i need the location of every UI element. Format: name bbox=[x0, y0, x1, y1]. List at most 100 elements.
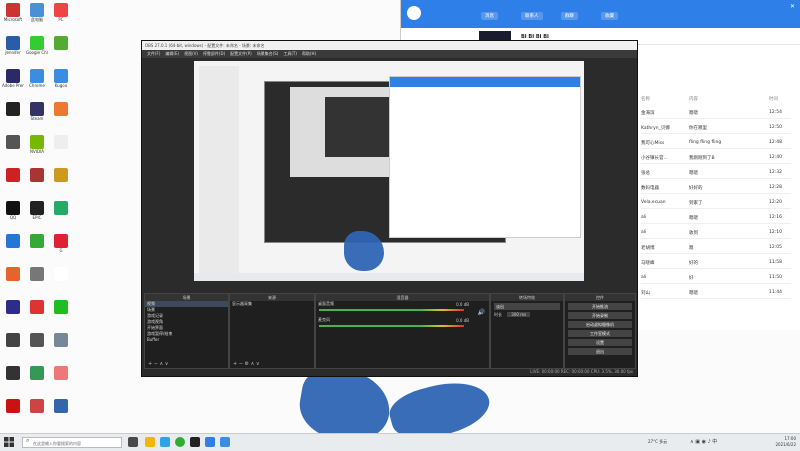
avatar[interactable] bbox=[407, 6, 421, 20]
control-button[interactable]: 退出 bbox=[568, 348, 632, 355]
scene-item[interactable]: Buffer bbox=[145, 337, 228, 343]
desktop-icon[interactable]: Steam bbox=[26, 102, 48, 132]
desktop-icon[interactable] bbox=[2, 399, 24, 429]
desktop-icon[interactable]: Adobe Premi... bbox=[2, 69, 24, 99]
tab-messages[interactable]: 消息 bbox=[481, 12, 498, 20]
obs-preview[interactable] bbox=[194, 61, 584, 281]
windows-start-icon[interactable] bbox=[4, 437, 14, 447]
control-button[interactable]: 工作室模式 bbox=[568, 330, 632, 337]
obs-menu-item[interactable]: 场景集合(S) bbox=[257, 51, 279, 56]
tray-icons[interactable]: ∧ ▣ ◉ ♪ 中 bbox=[690, 438, 717, 445]
duration-input[interactable]: 300 ms bbox=[507, 312, 531, 317]
obs-menu-item[interactable]: 停靠部件(D) bbox=[203, 51, 225, 56]
desktop-icon[interactable]: Chrome bbox=[26, 69, 48, 99]
tab-contacts[interactable]: 联系人 bbox=[521, 12, 543, 20]
chat-list-item[interactable]: 我可心Miss fling fling fling 12:48 bbox=[641, 138, 791, 149]
desktop-icon[interactable] bbox=[2, 135, 24, 165]
desktop-icon[interactable]: PC bbox=[50, 3, 72, 33]
sources-dock[interactable]: 来源 显示器采集 + − ⚙ ∧ ∨ bbox=[229, 293, 315, 369]
desktop-icon[interactable] bbox=[50, 102, 72, 132]
add-source-button[interactable]: + − ⚙ ∧ ∨ bbox=[233, 361, 260, 367]
task-view-icon[interactable] bbox=[128, 437, 138, 447]
mixer-dock[interactable]: 混音器 桌面音频 0.0 dB 麦克风 0.0 dB 🔊 bbox=[315, 293, 490, 369]
transition-select[interactable]: 淡出 bbox=[494, 303, 560, 310]
desktop-icon[interactable] bbox=[2, 300, 24, 330]
desktop-icon[interactable] bbox=[50, 135, 72, 165]
obs-taskbar-icon[interactable] bbox=[190, 437, 200, 447]
chat-list-item[interactable]: ali 收到 12:10 bbox=[641, 228, 791, 239]
desktop-icon[interactable] bbox=[2, 267, 24, 297]
desktop-icon[interactable]: Google Chrome bbox=[26, 36, 48, 66]
obs-menu-item[interactable]: 工具(T) bbox=[283, 51, 297, 56]
obs-menu-item[interactable]: 视图(V) bbox=[184, 51, 198, 56]
desktop-icon-label: NVIDIA bbox=[30, 149, 44, 154]
chat-list-item[interactable]: 马晓峰 好的 11:58 bbox=[641, 258, 791, 269]
clock[interactable]: 17:00 2021/6/22 bbox=[775, 436, 796, 448]
desktop-icon[interactable] bbox=[26, 333, 48, 363]
chrome-icon[interactable] bbox=[175, 437, 185, 447]
desktop-icon[interactable] bbox=[50, 168, 72, 198]
chat-list-item[interactable]: 刘山 嗯嗯 11:44 bbox=[641, 288, 791, 299]
desktop-icon[interactable] bbox=[50, 333, 72, 363]
chat-list-item[interactable]: ali 嗯嗯 12:16 bbox=[641, 213, 791, 224]
mute-icon[interactable]: 🔊 bbox=[478, 309, 485, 316]
control-button[interactable]: 开始录制 bbox=[568, 312, 632, 319]
obs-menu-item[interactable]: 帮助(H) bbox=[302, 51, 316, 56]
chat-list-item[interactable]: 金海滨 嗯嗯 12:54 bbox=[641, 108, 791, 119]
file-explorer-icon[interactable] bbox=[145, 437, 155, 447]
desktop-icon[interactable] bbox=[50, 399, 72, 429]
desktop-icon[interactable] bbox=[50, 366, 72, 396]
chat-list-item[interactable]: 张总 嗯嗯 12:32 bbox=[641, 168, 791, 179]
chat-list-item[interactable]: ali 好 11:50 bbox=[641, 273, 791, 284]
desktop-icon[interactable]: Kugou bbox=[50, 69, 72, 99]
tab-groups[interactable]: 群聊 bbox=[561, 12, 578, 20]
control-button[interactable]: 开始推流 bbox=[568, 303, 632, 310]
add-scene-button[interactable]: + − ∧ ∨ bbox=[148, 361, 168, 367]
chat-taskbar-icon[interactable] bbox=[205, 437, 215, 447]
obs-menu-item[interactable]: 配置文件(P) bbox=[230, 51, 252, 56]
desktop-icon[interactable] bbox=[50, 267, 72, 297]
desktop-icon[interactable]: EPIC bbox=[26, 201, 48, 231]
desktop-icon[interactable] bbox=[26, 234, 48, 264]
obs-window[interactable]: OBS 27.0.1 (64-bit, windows) - 配置文件: 未命名… bbox=[141, 40, 638, 377]
desktop-icon[interactable] bbox=[26, 399, 48, 429]
control-button[interactable]: 设置 bbox=[568, 339, 632, 346]
transitions-dock[interactable]: 转场特效 淡出 时长 300 ms bbox=[490, 293, 564, 369]
edge-icon[interactable] bbox=[160, 437, 170, 447]
taskbar-search-input[interactable]: 在这里输入你要搜索的内容 bbox=[22, 437, 122, 448]
desktop-icon[interactable]: Jennifer bbox=[2, 36, 24, 66]
chat-list-item[interactable]: Vela.ecuan 到家了 12:20 bbox=[641, 198, 791, 209]
desktop-icon[interactable] bbox=[2, 333, 24, 363]
desktop-icon[interactable]: G bbox=[50, 234, 72, 264]
desktop-icon[interactable]: QQ bbox=[2, 201, 24, 231]
desktop-icon[interactable] bbox=[26, 267, 48, 297]
chat-list-item[interactable]: 小谷镇长官... 我刚刚到了B 12:40 bbox=[641, 153, 791, 164]
desktop-icon[interactable] bbox=[2, 234, 24, 264]
weather-text[interactable]: 27°C 多云 bbox=[648, 439, 667, 445]
control-button[interactable]: 启动虚拟摄像机 bbox=[568, 321, 632, 328]
controls-dock[interactable]: 控件 开始推流 开始录制 启动虚拟摄像机 工作室模式 设置 退出 bbox=[564, 293, 636, 369]
desktop-icon[interactable]: NVIDIA bbox=[26, 135, 48, 165]
source-item[interactable]: 显示器采集 bbox=[230, 301, 314, 307]
desktop-icon[interactable] bbox=[50, 36, 72, 66]
obs-menu-item[interactable]: 编辑(E) bbox=[165, 51, 179, 56]
desktop-icon[interactable] bbox=[2, 366, 24, 396]
desktop-icon[interactable]: Microsoft bbox=[2, 3, 24, 33]
app-taskbar-icon[interactable] bbox=[220, 437, 230, 447]
desktop-icon[interactable]: 此电脑 bbox=[26, 3, 48, 33]
desktop-icon[interactable] bbox=[2, 102, 24, 132]
col-content: 内容 bbox=[689, 97, 698, 102]
desktop-icon[interactable] bbox=[26, 366, 48, 396]
desktop-icon[interactable] bbox=[50, 300, 72, 330]
scenes-dock[interactable]: 场景 视频 场景 游戏记录 游戏视角 开始界面 游戏暂停/结束 Buffer + − ∧ ∨ bbox=[144, 293, 229, 369]
desktop-icon[interactable] bbox=[26, 300, 48, 330]
tab-favorites[interactable]: 收藏 bbox=[601, 12, 618, 20]
desktop-icon[interactable] bbox=[2, 168, 24, 198]
desktop-icon[interactable] bbox=[50, 201, 72, 231]
obs-menu-item[interactable]: 文件(F) bbox=[147, 51, 160, 56]
desktop-icon[interactable] bbox=[26, 168, 48, 198]
chat-list-item[interactable]: 数码电器 好好的 12:28 bbox=[641, 183, 791, 194]
chat-list-item[interactable]: 老胡博 嗯 12:05 bbox=[641, 243, 791, 254]
close-icon[interactable]: ✕ bbox=[790, 3, 795, 10]
chat-list-item[interactable]: Kathryn_贝娜 你在哪里 12:50 bbox=[641, 123, 791, 134]
